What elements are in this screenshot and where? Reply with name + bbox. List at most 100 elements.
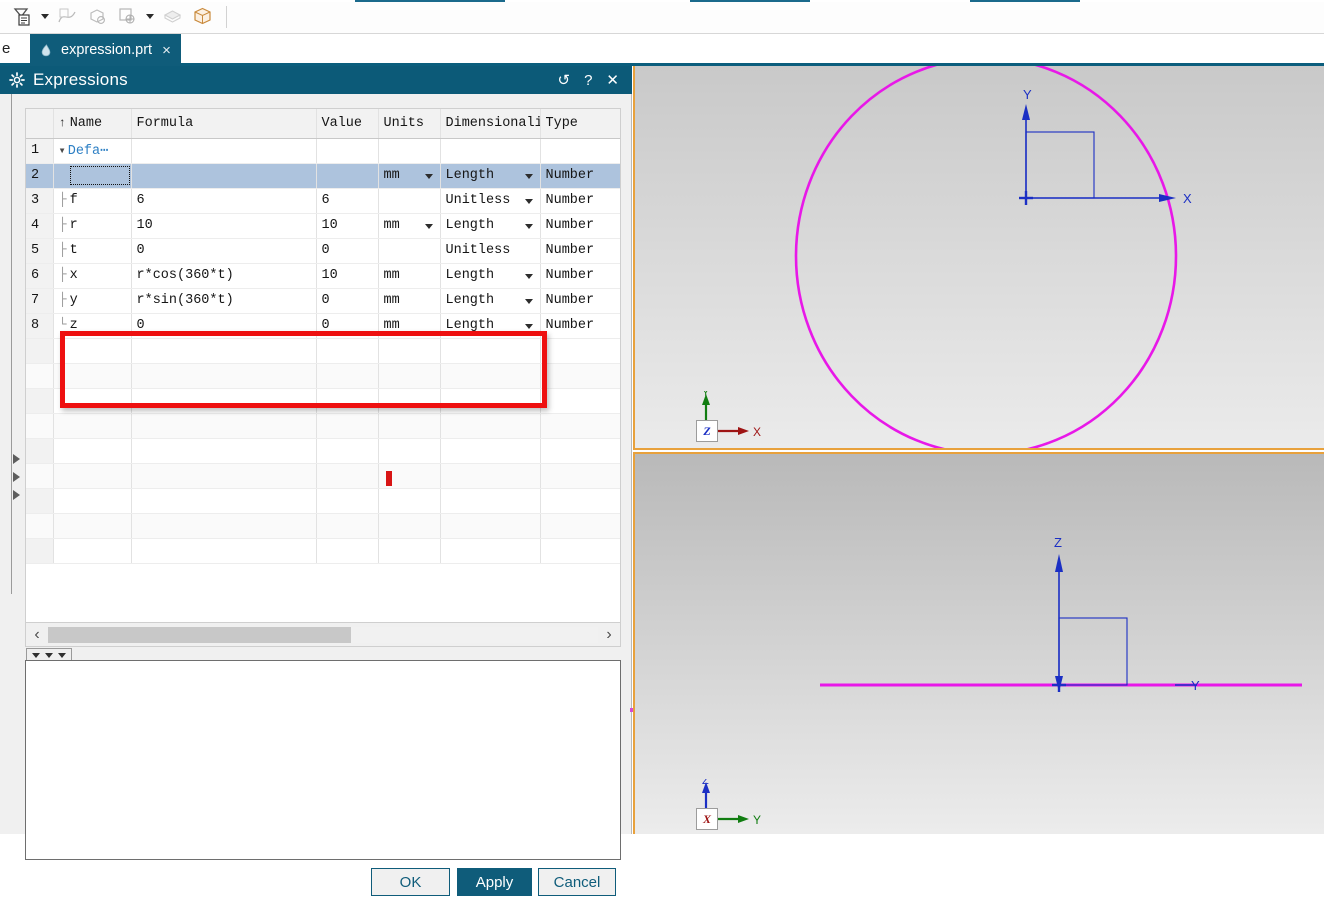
cell-dimensionality[interactable]: Length [440,313,541,339]
refresh-icon[interactable]: ↺ [558,73,571,88]
cell-units[interactable] [378,538,441,564]
cell-units[interactable] [378,188,441,214]
table-row[interactable]: 2 mm Length Number [26,163,620,189]
table-row[interactable]: 3 ├ f 6 6 Unitless Number [26,188,620,214]
cell-type[interactable] [540,538,620,564]
tab-truncated-label[interactable]: e [2,40,10,57]
help-icon[interactable]: ? [584,73,592,88]
cell-units[interactable]: mm [378,163,441,189]
cancel-button[interactable]: Cancel [538,868,616,896]
table-row-empty[interactable] [26,488,620,514]
apply-button[interactable]: Apply [457,868,532,896]
cell-formula[interactable] [131,463,317,489]
cell-dimensionality[interactable] [440,538,541,564]
cell-type[interactable] [540,413,620,439]
cell-dimensionality[interactable]: Length [440,288,541,314]
cell-dimensionality[interactable] [440,363,541,389]
cell-type[interactable] [540,338,620,364]
chevron-down-icon[interactable] [424,173,433,179]
scroll-right-icon[interactable]: › [598,626,620,643]
table-horizontal-scrollbar[interactable]: ‹ › [25,623,621,647]
table-row[interactable]: 8 └ z 0 0 mm Length Number [26,313,620,339]
cell-formula[interactable] [131,363,317,389]
cell-formula[interactable] [131,513,317,539]
cell-name[interactable] [53,463,132,489]
table-row[interactable]: 5 ├ t 0 0 Unitless Number [26,238,620,264]
rail-expand-arrow-1[interactable] [13,454,20,464]
top-view-viewport[interactable]: Y X Y X Z [633,66,1324,450]
tab-expression-prt[interactable]: expression.prt × [30,34,181,66]
scrollbar-track[interactable] [48,626,598,643]
formula-editor-textarea[interactable] [25,660,621,860]
cell-units[interactable]: mm [378,263,441,289]
orientation-triad-bottom[interactable]: Z Y X [695,775,785,830]
cell-type[interactable]: Number [540,288,620,314]
cell-units[interactable]: mm [378,213,441,239]
chevron-down-icon[interactable] [524,298,533,304]
law-curve-icon[interactable] [53,3,81,31]
cell-formula[interactable] [131,538,317,564]
cell-formula[interactable] [131,488,317,514]
cell-dimensionality[interactable] [440,138,541,164]
group-chevron-icon[interactable]: ▾ [59,143,66,158]
cell-units[interactable] [378,438,441,464]
chevron-down-icon[interactable] [424,223,433,229]
table-row-empty[interactable] [26,438,620,464]
cell-type[interactable] [540,363,620,389]
dropdown-arrow-icon[interactable] [38,5,51,29]
chevron-down-icon[interactable] [524,223,533,229]
cell-name[interactable] [53,413,132,439]
cell-name[interactable] [53,388,132,414]
ok-button[interactable]: OK [371,868,450,896]
cell-name[interactable]: ├ r [53,213,132,239]
cell-name[interactable] [53,438,132,464]
cell-type[interactable] [540,463,620,489]
table-row-empty[interactable] [26,513,620,539]
cell-units[interactable] [378,363,441,389]
cell-formula[interactable] [131,413,317,439]
cell-name[interactable]: ├ x [53,263,132,289]
table-row-empty[interactable] [26,413,620,439]
cell-formula[interactable]: 0 [131,313,317,339]
cell-type[interactable]: Number [540,238,620,264]
cell-name[interactable] [53,163,132,189]
cell-formula[interactable] [131,438,317,464]
cell-formula[interactable]: r*sin(360*t) [131,288,317,314]
cell-units[interactable] [378,488,441,514]
cell-dimensionality[interactable]: Unitless [440,238,541,264]
tab-close-icon[interactable]: × [162,42,171,59]
name-edit-field[interactable] [69,166,130,185]
front-view-viewport[interactable]: Z Y Z Y X 3D世界网 WWW.3DSJW.COM [633,452,1324,834]
expressions-table[interactable]: ↑ Name Formula Value Units Dimensionali T… [25,108,621,623]
rail-expand-arrow-3[interactable] [13,490,20,500]
cell-formula[interactable] [131,338,317,364]
rail-expand-arrow-2[interactable] [13,472,20,482]
table-row-empty[interactable] [26,388,620,414]
cell-dimensionality[interactable]: Length [440,163,541,189]
table-row[interactable]: 7 ├ y r*sin(360*t) 0 mm Length Number [26,288,620,314]
column-header-dimensionality[interactable]: Dimensionali [440,109,541,139]
chevron-down-icon[interactable] [524,323,533,329]
cell-type[interactable]: Number [540,313,620,339]
cell-type[interactable]: Number [540,188,620,214]
column-header-type[interactable]: Type [540,109,620,139]
chevron-down-icon[interactable] [524,273,533,279]
cell-type[interactable] [540,388,620,414]
measure-body-icon[interactable] [83,3,111,31]
chevron-down-icon[interactable] [524,173,533,179]
cell-dimensionality[interactable] [440,413,541,439]
cell-name[interactable]: ├ y [53,288,132,314]
dropdown-arrow-icon-2[interactable] [143,5,156,29]
cell-name[interactable]: ├ f [53,188,132,214]
scroll-left-icon[interactable]: ‹ [26,626,48,643]
cell-dimensionality[interactable]: Length [440,263,541,289]
cell-formula[interactable]: r*cos(360*t) [131,263,317,289]
table-row[interactable]: 6 ├ x r*cos(360*t) 10 mm Length Number [26,263,620,289]
column-header-value[interactable]: Value [315,109,379,139]
expression-tool-icon[interactable] [8,3,36,31]
cell-name[interactable] [53,488,132,514]
cell-type[interactable] [540,488,620,514]
cell-name[interactable] [53,338,132,364]
cell-dimensionality[interactable] [440,388,541,414]
close-icon[interactable]: ✕ [606,73,619,88]
